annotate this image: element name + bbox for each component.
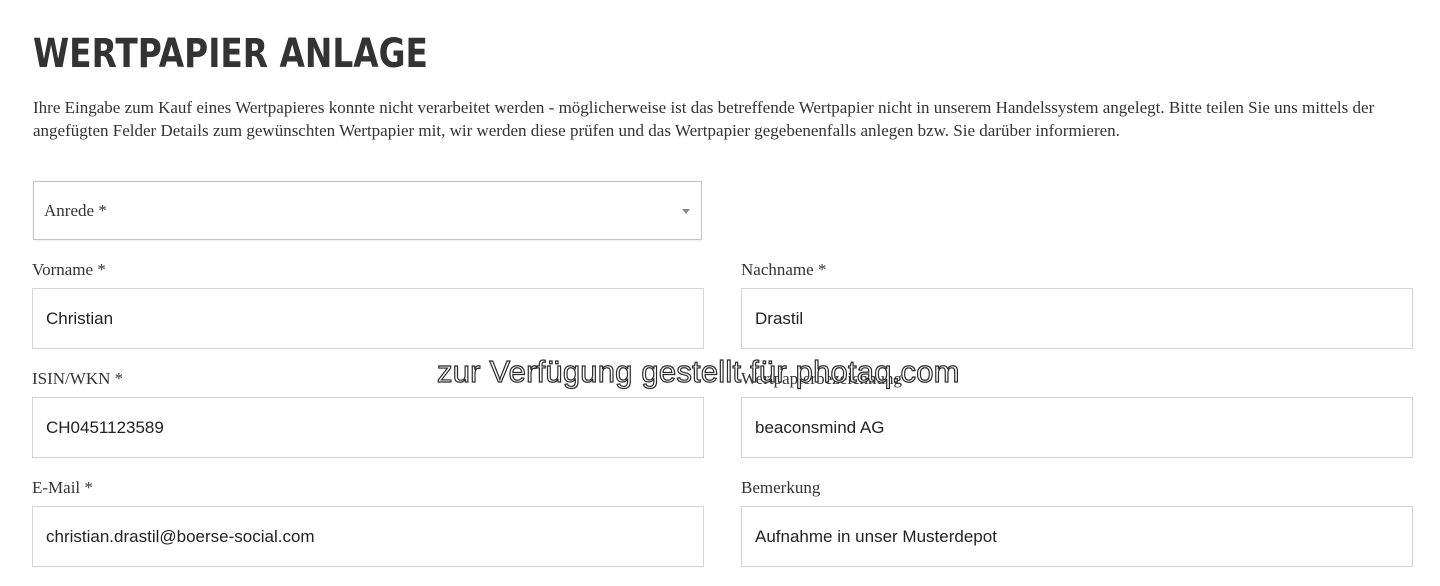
intro-text: Ihre Eingabe zum Kauf eines Wertpapieres… (33, 98, 1375, 140)
first-name-label: Vorname * (32, 260, 106, 279)
chevron-down-icon (682, 209, 690, 214)
remark-field[interactable] (741, 506, 1413, 567)
salutation-select-value: Anrede * (44, 201, 107, 220)
isin-field[interactable] (32, 397, 704, 458)
email-label: E-Mail * (32, 478, 93, 497)
last-name-field[interactable] (741, 288, 1413, 349)
email-field[interactable] (32, 506, 704, 567)
remark-label: Bemerkung (741, 478, 821, 497)
security-name-label: Wertpapierbezeichnung (741, 369, 902, 388)
salutation-select[interactable]: Anrede * (33, 181, 702, 240)
isin-label: ISIN/WKN * (32, 369, 124, 388)
first-name-field[interactable] (32, 288, 704, 349)
last-name-label: Nachname * (741, 260, 827, 279)
security-name-field[interactable] (741, 397, 1413, 458)
page-title: WERTPAPIER ANLAGE (33, 31, 428, 77)
